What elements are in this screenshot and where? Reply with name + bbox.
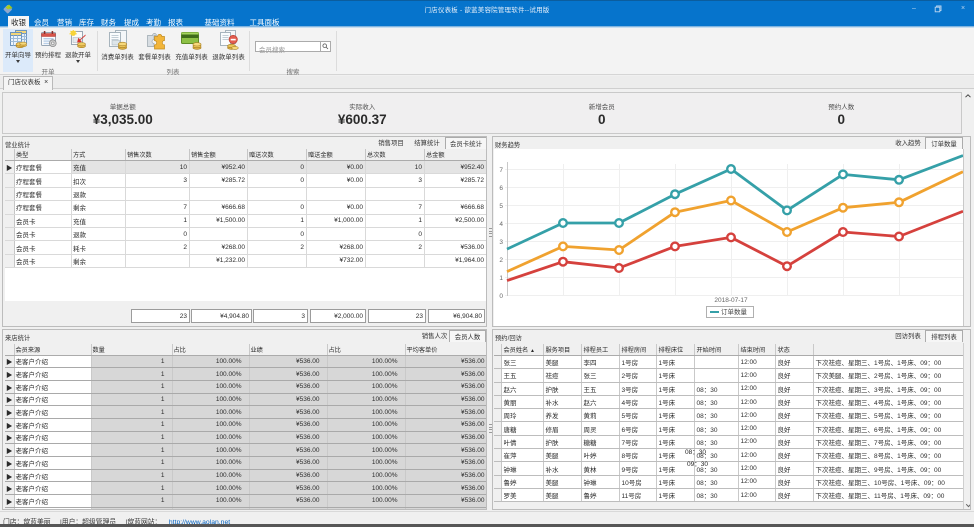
- svg-text:0: 0: [499, 293, 503, 300]
- svg-text:2018-07-17: 2018-07-17: [714, 297, 748, 304]
- svg-text:5: 5: [499, 203, 503, 210]
- svg-text:4: 4: [499, 221, 503, 228]
- svg-text:6: 6: [499, 185, 503, 192]
- svg-text:7: 7: [499, 167, 503, 174]
- svg-text:3: 3: [499, 239, 503, 246]
- svg-text:2: 2: [499, 257, 503, 264]
- svg-text:1: 1: [499, 275, 503, 282]
